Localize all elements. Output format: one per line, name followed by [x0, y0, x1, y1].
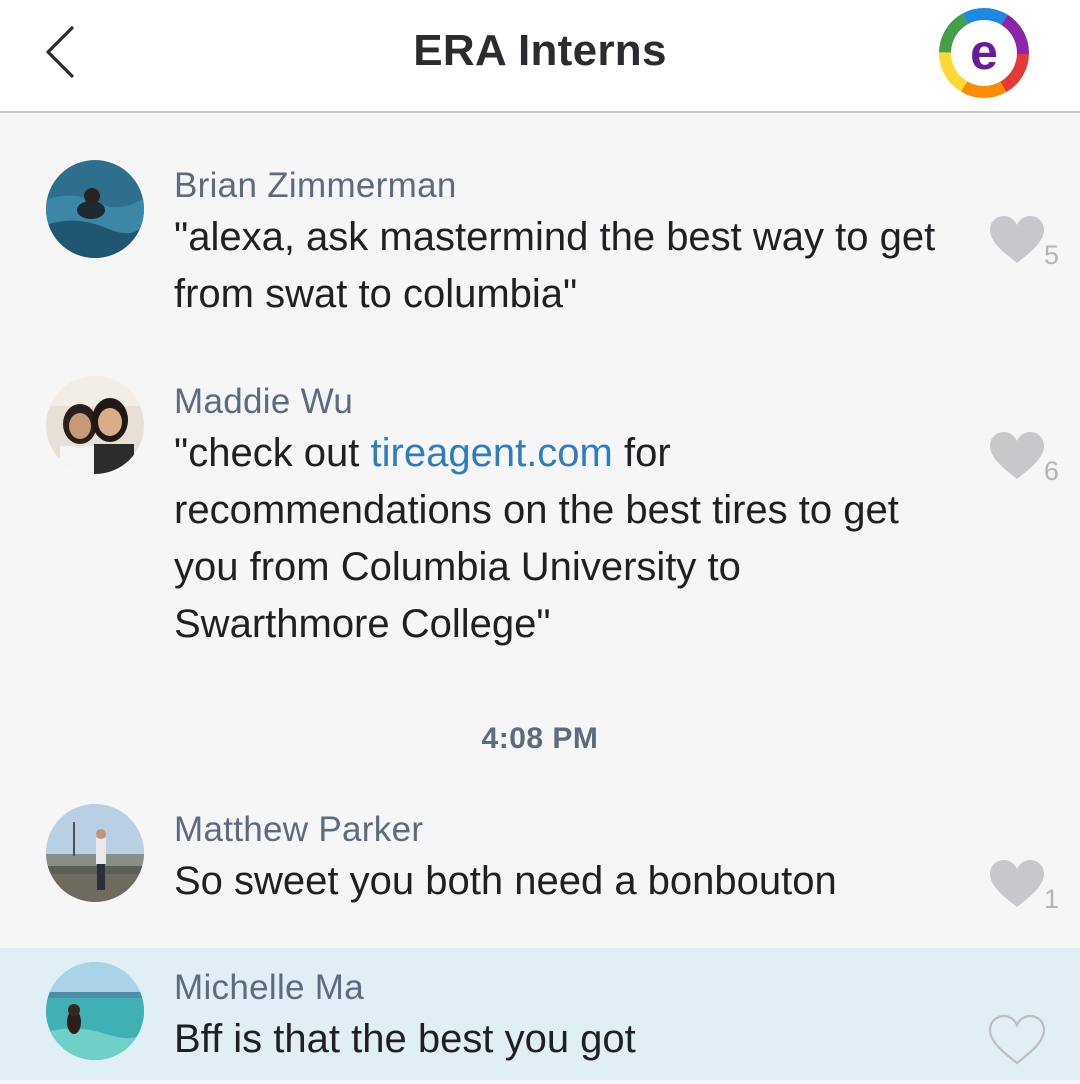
like-button[interactable]: 1 [988, 858, 1068, 928]
like-count: 1 [1044, 884, 1060, 914]
like-count: 6 [1044, 456, 1060, 486]
message-text: "check out tireagent.com for recommendat… [174, 431, 899, 646]
message-item: Brian Zimmerman "alexa, ask mastermind t… [0, 116, 1080, 336]
like-button[interactable]: 5 [988, 214, 1068, 284]
app-logo[interactable]: e [938, 7, 1030, 99]
message-link[interactable]: tireagent.com [371, 431, 613, 475]
like-button[interactable] [988, 1014, 1068, 1084]
message-text: Bff is that the best you got [174, 1017, 636, 1061]
message-item: Michelle Ma Bff is that the best you got [0, 948, 1080, 1080]
message-text: So sweet you both need a bonbouton [174, 859, 837, 903]
sender-name: Matthew Parker [174, 810, 424, 849]
like-count: 5 [1044, 240, 1060, 270]
heart-icon [990, 860, 1044, 907]
heart-icon [990, 216, 1044, 263]
message-item: Matthew Parker So sweet you both need a … [0, 790, 1080, 948]
navigation-bar: ERA Interns e [0, 0, 1080, 113]
message-text: "alexa, ask mastermind the best way to g… [174, 215, 936, 316]
avatar[interactable] [46, 962, 144, 1060]
message-item: Maddie Wu "check out tireagent.com for r… [0, 336, 1080, 706]
avatar[interactable] [46, 804, 144, 902]
avatar[interactable] [46, 160, 144, 258]
timestamp-divider: 4:08 PM [481, 722, 599, 755]
heart-outline-icon [988, 1014, 1046, 1065]
page-title: ERA Interns [413, 26, 667, 75]
avatar[interactable] [46, 376, 144, 474]
sender-name: Brian Zimmerman [174, 166, 457, 205]
sender-name: Maddie Wu [174, 382, 354, 421]
sender-name: Michelle Ma [174, 968, 365, 1007]
heart-icon [990, 432, 1044, 479]
logo-icon: e [939, 8, 1029, 98]
svg-text:e: e [970, 24, 998, 80]
like-button[interactable]: 6 [988, 430, 1068, 500]
